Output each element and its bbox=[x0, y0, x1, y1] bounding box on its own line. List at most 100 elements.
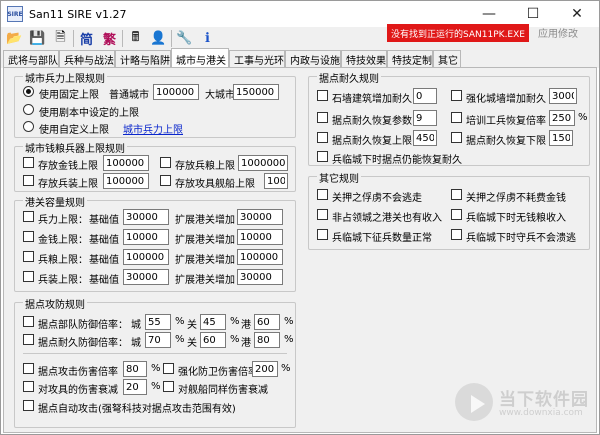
tab-cities-ports[interactable]: 城市与港关 bbox=[171, 48, 229, 69]
city-label: 城 bbox=[131, 338, 141, 349]
unoccupied-port-income-checkbox[interactable] bbox=[317, 209, 328, 220]
siege-no-rout-checkbox[interactable] bbox=[451, 229, 462, 240]
tab-strategy-traps[interactable]: 计略与陷阱 bbox=[115, 50, 171, 68]
open-file-icon[interactable]: 📂 bbox=[5, 29, 24, 48]
port-troop-checkbox[interactable] bbox=[23, 211, 34, 222]
city-resource-cap-group: 城市钱粮兵器上限规则 存放金钱上限 存放兵粮上限 存放兵装上限 存放攻具舰船上限 bbox=[14, 140, 296, 192]
unit-defense-pass-input[interactable] bbox=[200, 314, 226, 330]
strong-wall-checkbox[interactable] bbox=[451, 90, 462, 101]
recover-min-label: 据点耐久恢复下限 bbox=[466, 136, 546, 147]
tab-troops-tactics[interactable]: 兵种与战法 bbox=[59, 50, 115, 68]
app-window: SIRE San11 SIRE v1.27 — ☐ ✕ 📂 💾 🗎 简 繁 🖩 … bbox=[0, 0, 600, 435]
group-title: 城市钱粮兵器上限规则 bbox=[23, 140, 127, 155]
tab-generals-units[interactable]: 武将与部队 bbox=[3, 50, 59, 68]
stone-wall-input[interactable] bbox=[413, 88, 437, 104]
recover-min-input[interactable] bbox=[549, 130, 573, 146]
watermark-url: www.downxia.com bbox=[499, 408, 583, 418]
officer-icon[interactable]: 👤 bbox=[149, 29, 168, 48]
port-troop-expand-input[interactable] bbox=[237, 209, 283, 225]
ship-cap-input[interactable] bbox=[264, 173, 288, 189]
port-gold-expand-input[interactable] bbox=[237, 229, 283, 245]
city-troop-cap-link[interactable]: 城市兵力上限 bbox=[123, 121, 183, 136]
close-button[interactable]: ✕ bbox=[555, 1, 599, 27]
recover-min-checkbox[interactable] bbox=[451, 132, 462, 143]
recover-max-checkbox[interactable] bbox=[317, 132, 328, 143]
port-troop-base-input[interactable] bbox=[123, 209, 169, 225]
recover-param-checkbox[interactable] bbox=[317, 112, 328, 123]
port-arms-expand-input[interactable] bbox=[237, 269, 283, 285]
enhanced-guard-checkbox[interactable] bbox=[163, 363, 174, 374]
port-gold-base-input[interactable] bbox=[123, 229, 169, 245]
durability-defense-city-input[interactable] bbox=[145, 332, 171, 348]
port-arms-checkbox[interactable] bbox=[23, 271, 34, 282]
toolbar-separator bbox=[171, 30, 172, 47]
gold-cap-checkbox[interactable] bbox=[23, 157, 34, 168]
food-cap-checkbox[interactable] bbox=[160, 157, 171, 168]
durability-defense-pass-input[interactable] bbox=[200, 332, 226, 348]
ship-cap-checkbox[interactable] bbox=[160, 175, 171, 186]
settings-icon[interactable]: 🔧 bbox=[175, 29, 194, 48]
food-cap-input[interactable] bbox=[238, 155, 288, 171]
simplified-chinese-icon[interactable]: 简 bbox=[77, 29, 96, 48]
port-row-label: 金钱上限： bbox=[38, 235, 88, 246]
weapon-decay-checkbox[interactable] bbox=[23, 381, 34, 392]
arms-cap-input[interactable] bbox=[103, 173, 149, 189]
apply-changes-button[interactable]: 应用修改 bbox=[538, 25, 578, 40]
traditional-chinese-icon[interactable]: 繁 bbox=[100, 29, 119, 48]
ship-decay-checkbox[interactable] bbox=[163, 381, 174, 392]
train-rate-checkbox[interactable] bbox=[451, 112, 462, 123]
prisoner-no-escape-checkbox[interactable] bbox=[317, 189, 328, 200]
strong-wall-input[interactable] bbox=[549, 88, 577, 104]
durability-defense-checkbox[interactable] bbox=[23, 334, 34, 345]
big-city-cap-input[interactable] bbox=[233, 84, 279, 100]
percent-label: % bbox=[151, 363, 161, 374]
tab-other[interactable]: 其它 bbox=[433, 50, 461, 68]
group-title: 港关容量规则 bbox=[23, 194, 87, 209]
port-food-expand-input[interactable] bbox=[237, 249, 283, 265]
enhanced-guard-input[interactable] bbox=[252, 361, 278, 377]
play-logo-icon bbox=[455, 383, 493, 421]
siege-no-rout-label: 兵临城下时守兵不会溃逃 bbox=[466, 233, 576, 244]
recover-param-input[interactable] bbox=[413, 110, 437, 126]
port-gold-checkbox[interactable] bbox=[23, 231, 34, 242]
arms-cap-checkbox[interactable] bbox=[23, 175, 34, 186]
toolbar-separator bbox=[122, 30, 123, 47]
durability-defense-port-input[interactable] bbox=[254, 332, 280, 348]
normal-city-cap-input[interactable] bbox=[153, 84, 199, 100]
stronghold-combat-group: 据点攻防规则 据点部队防御倍率： 城 % 关 % 港 % 据点耐久防御倍率： 城… bbox=[14, 296, 296, 428]
port-food-base-input[interactable] bbox=[123, 249, 169, 265]
calculator-icon[interactable]: 🖩 bbox=[126, 29, 145, 48]
city-troop-cap-group: 城市兵力上限规则 使用固定上限 普通城市 大城市 使用剧本中设定的上限 使用自定… bbox=[14, 70, 296, 138]
siege-recover-checkbox[interactable] bbox=[317, 151, 328, 162]
custom-cap-radio[interactable] bbox=[23, 121, 34, 132]
port-arms-base-input[interactable] bbox=[123, 269, 169, 285]
prisoner-no-cost-checkbox[interactable] bbox=[451, 189, 462, 200]
unit-defense-city-input[interactable] bbox=[145, 314, 171, 330]
script-cap-radio[interactable] bbox=[23, 104, 34, 115]
attack-damage-checkbox[interactable] bbox=[23, 363, 34, 374]
tab-skill-custom[interactable]: 特技定制 bbox=[387, 50, 433, 68]
tab-works-auras[interactable]: 工事与光环 bbox=[229, 50, 285, 68]
port-row-label: 兵力上限： bbox=[38, 215, 88, 226]
unit-defense-port-input[interactable] bbox=[254, 314, 280, 330]
process-warning-banner: 没有找到正运行的SAN11PK.EXE bbox=[387, 24, 529, 42]
stone-wall-checkbox[interactable] bbox=[317, 90, 328, 101]
recover-max-input[interactable] bbox=[413, 130, 437, 146]
weapon-decay-input[interactable] bbox=[123, 379, 147, 395]
siege-recruit-normal-checkbox[interactable] bbox=[317, 229, 328, 240]
siege-no-income-checkbox[interactable] bbox=[451, 209, 462, 220]
save-as-icon[interactable]: 🗎 bbox=[51, 29, 70, 48]
tab-skill-effects[interactable]: 特技效果 bbox=[341, 50, 387, 68]
pass-label: 关 bbox=[187, 320, 197, 331]
attack-damage-input[interactable] bbox=[123, 361, 147, 377]
train-rate-input[interactable] bbox=[549, 110, 575, 126]
app-icon: SIRE bbox=[7, 6, 23, 22]
unit-defense-checkbox[interactable] bbox=[23, 316, 34, 327]
fixed-cap-radio[interactable] bbox=[23, 86, 34, 97]
auto-attack-checkbox[interactable] bbox=[23, 400, 34, 411]
save-icon[interactable]: 💾 bbox=[28, 29, 47, 48]
tab-domestic-facilities[interactable]: 内政与设施 bbox=[285, 50, 341, 68]
gold-cap-input[interactable] bbox=[103, 155, 149, 171]
info-icon[interactable]: ℹ bbox=[198, 29, 217, 48]
port-food-checkbox[interactable] bbox=[23, 251, 34, 262]
